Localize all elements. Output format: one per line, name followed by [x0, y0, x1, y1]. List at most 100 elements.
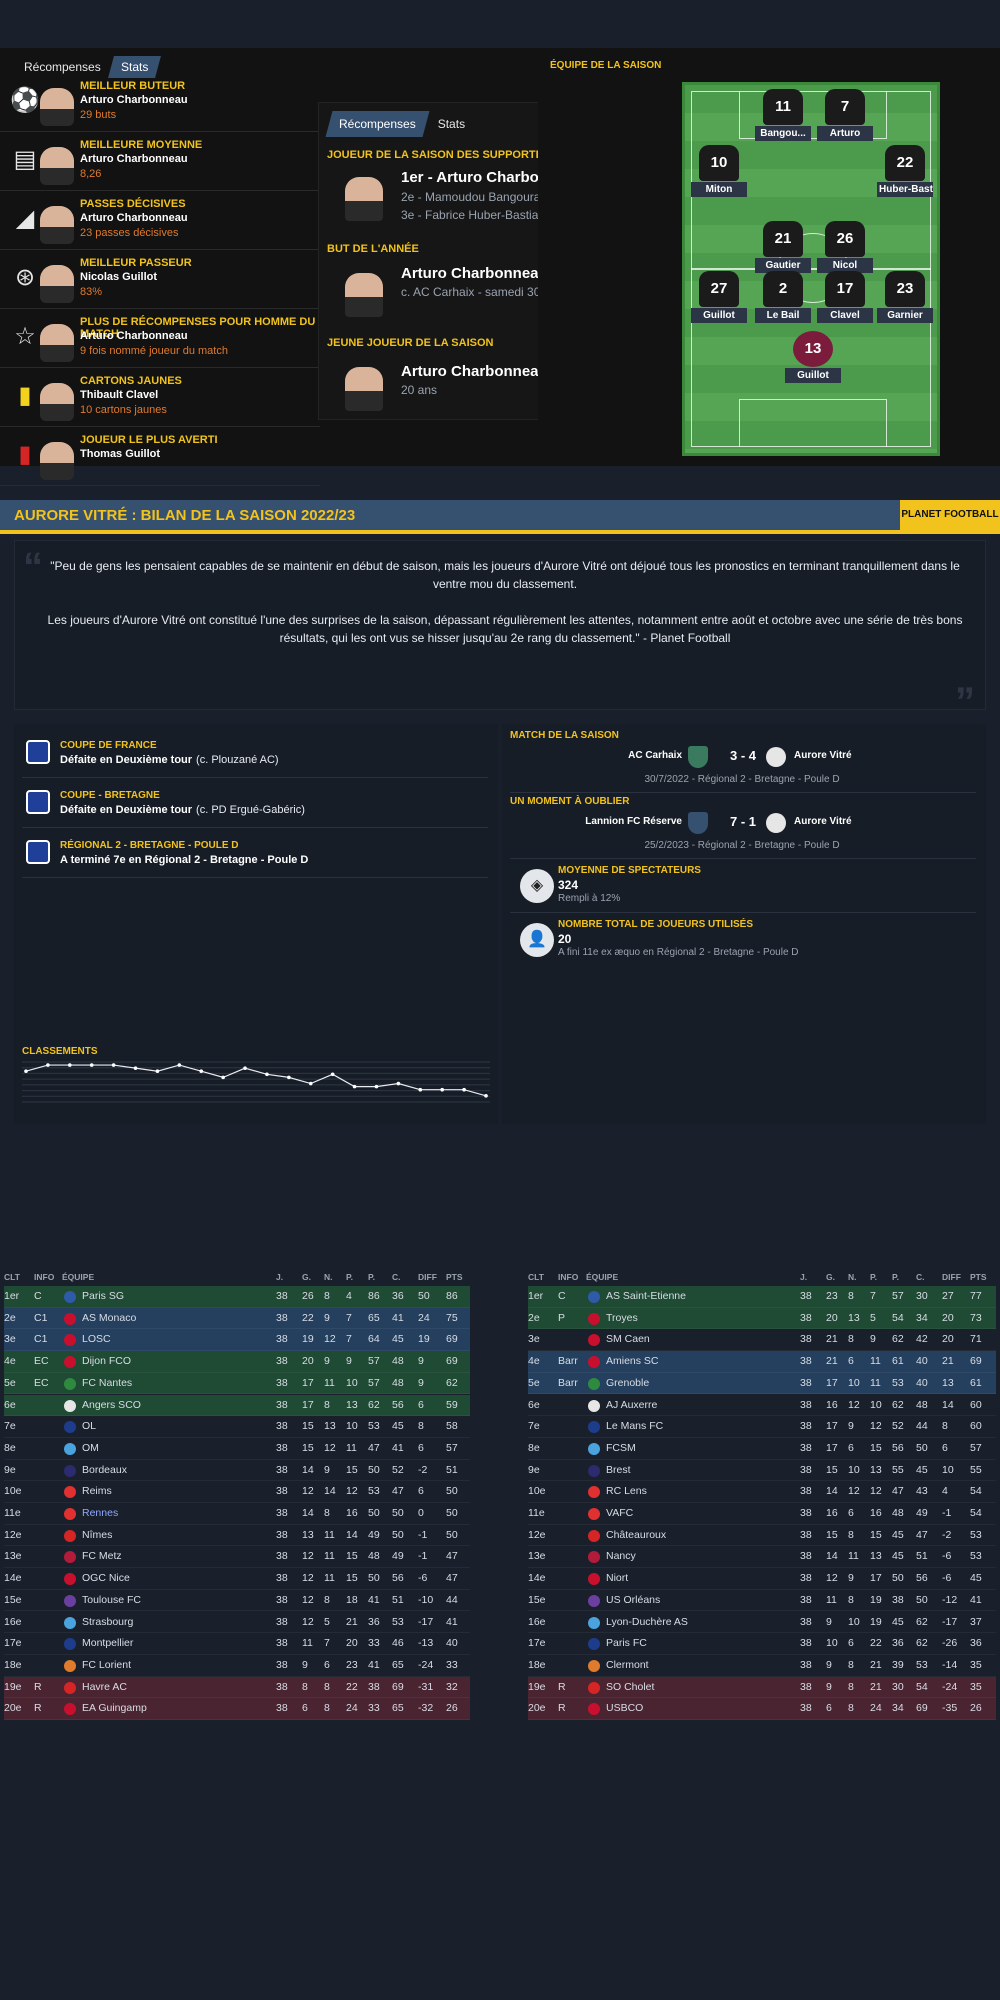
chart-point[interactable] [24, 1069, 28, 1074]
table-row[interactable]: 12e Châteauroux 38 15 8 15 45 47 -2 53 [528, 1525, 996, 1547]
award-row[interactable]: ☆ Plus de récompenses pour homme du match… [0, 312, 320, 368]
award-player[interactable]: Thibault Clavel [80, 389, 158, 401]
forget-moment-result[interactable]: Lannion FC Réserve 7 - 1 Aurore Vitré [502, 810, 986, 840]
team-name[interactable]: Lyon-Duchère AS [606, 1612, 688, 1634]
award-player[interactable]: Arturo Charbonneau [80, 153, 188, 165]
team-name[interactable]: AS Monaco [82, 1308, 136, 1330]
formation-player[interactable]: 2 Le Bail [755, 271, 811, 323]
chart-point[interactable] [177, 1063, 182, 1067]
table-row[interactable]: 16e Strasbourg 38 12 5 21 36 53 -17 41 [4, 1612, 470, 1634]
formation-player[interactable]: 23 Garnier [877, 271, 933, 323]
award-row[interactable]: ⚽ Meilleur buteur Arturo Charbonneau 29 but… [0, 76, 320, 132]
column-header[interactable]: J. [276, 1272, 283, 1282]
team-name[interactable]: EA Guingamp [82, 1698, 147, 1720]
table-row[interactable]: 3e SM Caen 38 21 8 9 62 42 20 71 [528, 1329, 996, 1352]
column-header[interactable]: ÉQUIPE [62, 1272, 94, 1282]
team-name[interactable]: Havre AC [82, 1677, 127, 1699]
table-row[interactable]: 15e US Orléans 38 11 8 19 38 50 -12 41 [528, 1590, 996, 1612]
table-row[interactable]: 9e Bordeaux 38 14 9 15 50 52 -2 51 [4, 1460, 470, 1482]
chart-point[interactable] [396, 1081, 401, 1086]
chart-point[interactable] [308, 1081, 313, 1086]
chart-point[interactable] [89, 1063, 94, 1067]
team-name[interactable]: RC Lens [606, 1481, 647, 1503]
award-row[interactable]: ▤ Meilleure moyenne Arturo Charbonneau 8,26 [0, 135, 320, 191]
chart-point[interactable] [484, 1094, 488, 1098]
chart-point[interactable] [111, 1063, 116, 1067]
award-row[interactable]: ◢ Passes décisives Arturo Charbonneau 23 pa… [0, 194, 320, 250]
table-row[interactable]: 18e FC Lorient 38 9 6 23 41 65 -24 33 [4, 1655, 470, 1677]
chart-point[interactable] [133, 1066, 138, 1070]
team-name[interactable]: Brest [606, 1460, 631, 1482]
team-name[interactable]: Strasbourg [82, 1612, 133, 1634]
team-name[interactable]: Amiens SC [606, 1351, 659, 1373]
column-header[interactable]: DIFF [418, 1272, 437, 1282]
column-header[interactable]: C. [392, 1272, 401, 1282]
team-name[interactable]: US Orléans [606, 1590, 660, 1612]
chart-point[interactable] [374, 1084, 379, 1089]
chart-point[interactable] [440, 1087, 444, 1092]
team-name[interactable]: OM [82, 1438, 99, 1460]
chart-point[interactable] [287, 1075, 291, 1080]
competition-row[interactable]: Régional 2 - Bretagne - Poule D A terminé… [22, 832, 488, 878]
tab-recompenses[interactable]: Récompenses [14, 56, 111, 78]
column-header[interactable]: J. [800, 1272, 807, 1282]
match-of-season-result[interactable]: AC Carhaix 3 - 4 Aurore Vitré [502, 744, 986, 774]
table-row[interactable]: 4e Barr Amiens SC 38 21 6 11 61 40 21 69 [528, 1351, 996, 1373]
table-row[interactable]: 8e OM 38 15 12 11 47 41 6 57 [4, 1438, 470, 1460]
table-row[interactable]: 16e Lyon-Duchère AS 38 9 10 19 45 62 -17 37 [528, 1612, 996, 1634]
table-row[interactable]: 11e VAFC 38 16 6 16 48 49 -1 54 [528, 1503, 996, 1525]
table-row[interactable]: 19e R Havre AC 38 8 8 22 38 69 -31 32 [4, 1676, 470, 1699]
formation-player[interactable]: 21 Gautier [755, 221, 811, 273]
table-row[interactable]: 20e R USBCO 38 6 8 24 34 69 -35 26 [528, 1698, 996, 1720]
column-header[interactable]: CLT [528, 1272, 544, 1282]
team-name[interactable]: Grenoble [606, 1373, 649, 1395]
table-row[interactable]: 6e AJ Auxerre 38 16 12 10 62 48 14 60 [528, 1395, 996, 1417]
award-player[interactable]: Thomas Guillot [80, 448, 160, 460]
team-name[interactable]: Reims [82, 1481, 112, 1503]
formation-player[interactable]: 22Huber-Bastian [877, 145, 933, 197]
formation-player[interactable]: 26 Nicol [817, 221, 873, 273]
table-row[interactable]: 13e FC Metz 38 12 11 15 48 49 -1 47 [4, 1546, 470, 1569]
award-player[interactable]: Arturo Charbonneau [80, 212, 188, 224]
team-name[interactable]: OGC Nice [82, 1568, 130, 1590]
chart-point[interactable] [330, 1072, 335, 1077]
table-row[interactable]: 18e Clermont 38 9 8 21 39 53 -14 35 [528, 1655, 996, 1677]
chart-point[interactable] [68, 1063, 72, 1067]
chart-point[interactable] [418, 1087, 423, 1092]
award-row[interactable]: ▮ Cartons jaunes Thibault Clavel 10 cartons… [0, 371, 320, 427]
table-row[interactable]: 2e C1 AS Monaco 38 22 9 7 65 41 24 75 [4, 1307, 470, 1330]
team-name[interactable]: OL [82, 1416, 96, 1438]
team-name[interactable]: Châteauroux [606, 1525, 666, 1547]
team-name[interactable]: FC Nantes [82, 1373, 132, 1395]
formation-player[interactable]: 13 Guillot [785, 331, 841, 383]
tab-stats[interactable]: Stats [426, 111, 477, 137]
column-header[interactable]: P. [368, 1272, 375, 1282]
column-header[interactable]: INFO [34, 1272, 54, 1282]
team-name[interactable]: Montpellier [82, 1633, 133, 1655]
chart-point[interactable] [46, 1063, 50, 1067]
chart-point[interactable] [221, 1075, 225, 1080]
team-name[interactable]: LOSC [82, 1329, 111, 1351]
chart-point[interactable] [352, 1084, 357, 1089]
team-name[interactable]: USBCO [606, 1698, 643, 1720]
column-header[interactable]: C. [916, 1272, 925, 1282]
table-row[interactable]: 13e Nancy 38 14 11 13 45 51 -6 53 [528, 1546, 996, 1569]
table-row[interactable]: 9e Brest 38 15 10 13 55 45 10 55 [528, 1460, 996, 1482]
column-header[interactable]: P. [346, 1272, 353, 1282]
chart-point[interactable] [199, 1069, 204, 1074]
column-header[interactable]: ÉQUIPE [586, 1272, 618, 1282]
table-row[interactable]: 14e OGC Nice 38 12 11 15 50 56 -6 47 [4, 1568, 470, 1590]
column-header[interactable]: CLT [4, 1272, 20, 1282]
formation-player[interactable]: 7 Arturo [817, 89, 873, 141]
team-name[interactable]: FC Metz [82, 1546, 122, 1568]
award-player[interactable]: Arturo Charbonneau [80, 330, 188, 342]
table-row[interactable]: 3e C1 LOSC 38 19 12 7 64 45 19 69 [4, 1329, 470, 1352]
column-header[interactable]: P. [870, 1272, 877, 1282]
award-row[interactable]: ⊛ Meilleur passeur Nicolas Guillot 83% [0, 253, 320, 309]
column-header[interactable]: N. [848, 1272, 857, 1282]
table-row[interactable]: 14e Niort 38 12 9 17 50 56 -6 45 [528, 1568, 996, 1590]
table-row[interactable]: 17e Montpellier 38 11 7 20 33 46 -13 40 [4, 1633, 470, 1655]
table-row[interactable]: 10e RC Lens 38 14 12 12 47 43 4 54 [528, 1481, 996, 1503]
team-name[interactable]: AJ Auxerre [606, 1395, 657, 1417]
team-name[interactable]: FCSM [606, 1438, 636, 1460]
